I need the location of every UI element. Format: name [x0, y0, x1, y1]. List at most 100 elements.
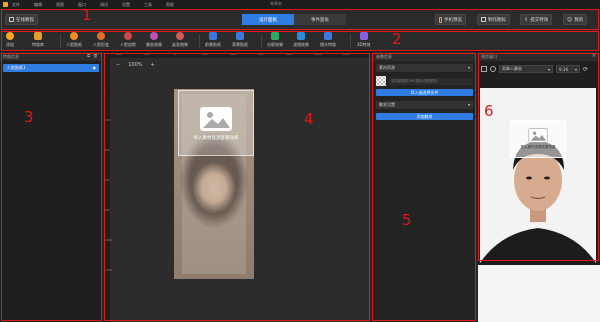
camera-icon[interactable] — [490, 66, 496, 72]
watermark-logo — [478, 265, 600, 322]
ruler-tick: 400 — [104, 148, 110, 152]
annotation-label-6: 6 — [484, 102, 494, 120]
upload-icon: ⇪ — [524, 16, 529, 23]
menu-file[interactable]: 文件 — [12, 2, 20, 8]
chevron-down-icon: ▾ — [547, 66, 550, 72]
trigger-section-label: 触发设置 — [379, 102, 395, 107]
chevron-down-icon: ▾ — [467, 102, 470, 107]
lens-effect-icon — [324, 32, 332, 40]
ruler-tick: 0 — [104, 88, 106, 92]
image-placeholder-icon — [200, 106, 232, 131]
canvas-area[interactable]: 400 200 0 200 400 600 800 1000 1200 0 20… — [104, 52, 370, 322]
ruler-tick: 1200 — [342, 52, 350, 56]
zoom-out-button[interactable]: − — [116, 62, 120, 68]
refresh-icon[interactable]: ⟳ — [583, 66, 588, 73]
ruler-tick: 200 — [104, 118, 110, 122]
phone-preview-label: 手机预览 — [444, 17, 462, 23]
layer-item-label: 人脸贴纸1 — [7, 65, 26, 70]
ruler-tick: 0 — [174, 52, 176, 56]
layer-item[interactable]: 人脸贴纸1 ◉ — [3, 64, 99, 72]
face-deform-icon — [97, 32, 105, 40]
toolbar-divider — [261, 34, 262, 48]
annotation-label-4: 4 — [304, 110, 314, 128]
tool-face-deform-label: 人脸形变 — [93, 42, 109, 47]
image-placeholder-icon — [528, 128, 548, 143]
mode-tabs: 设计面板 事件面板 — [242, 14, 346, 25]
zoom-in-button[interactable]: + — [151, 62, 155, 68]
app-logo-icon — [3, 2, 8, 7]
phone-preview-button[interactable]: 手机预览 — [435, 14, 466, 25]
tool-hair-dye[interactable]: 染发效果 — [172, 32, 188, 48]
tool-makeup[interactable]: 美妆效果 — [146, 32, 162, 48]
tool-foreground-sticker[interactable]: 前景贴纸 — [205, 32, 221, 48]
tool-effect-library[interactable]: 特效库 — [32, 32, 44, 48]
preview-controls: 男章人静态 ▾ 9:16 ▾ ⟳ — [481, 65, 588, 73]
copy-icon[interactable]: ⧉ — [87, 53, 90, 58]
tool-face-sticker[interactable]: 人脸贴纸 — [66, 32, 82, 48]
import-select-file-button[interactable]: 导入或选择文件 — [376, 89, 473, 96]
mine-label: 我的 — [574, 17, 584, 23]
menu-edit[interactable]: 编辑 — [34, 2, 42, 8]
ruler-tick: 200 — [144, 52, 150, 56]
tool-3d-effect[interactable]: 3D特效 — [357, 32, 371, 48]
toolbar-divider — [350, 34, 351, 48]
ratio-select-value: 9:16 — [559, 66, 568, 72]
tab-design-panel[interactable]: 设计面板 — [242, 14, 294, 25]
chevron-down-icon: ▾ — [574, 66, 577, 72]
toolbar-divider — [199, 34, 200, 48]
submit-effect-button[interactable]: ⇪ 提交特效 — [520, 14, 553, 25]
tab-event-panel[interactable]: 事件面板 — [294, 14, 346, 25]
preview-panel-title: 预览窗口 — [481, 53, 497, 59]
ruler-tick: 1200 — [104, 268, 112, 272]
ruler-tick: 200 — [202, 52, 208, 56]
tool-split-screen[interactable]: 分屏效果 — [267, 32, 283, 48]
layers-panel: 特效信息 ⧉ 🗑 人脸贴纸1 ◉ — [0, 52, 102, 322]
make-icon-button[interactable]: 制作图标 — [477, 14, 510, 25]
ruler-tick: 1000 — [104, 238, 112, 242]
tool-background-sticker-label: 背景贴纸 — [232, 42, 248, 47]
model-select[interactable]: 男章人静态 ▾ — [499, 65, 553, 73]
background-sticker-icon — [236, 32, 244, 40]
trigger-section-header[interactable]: 触发设置 ▾ — [376, 101, 473, 109]
tool-lens-effect-label: 镜头特效 — [320, 42, 336, 47]
add-icon — [6, 32, 14, 40]
menu-view[interactable]: 视图 — [56, 2, 64, 8]
makeup-icon — [150, 32, 158, 40]
book-icon — [9, 17, 14, 22]
preview-import-hint: 导入素材资源查看效果 — [520, 145, 556, 149]
tool-face-tracking-label: 人脸追踪 — [120, 42, 136, 47]
menu-help[interactable]: 帮助 — [166, 2, 174, 8]
transparent-thumbnail[interactable] — [376, 76, 386, 86]
hair-dye-icon — [176, 32, 184, 40]
tool-face-tracking[interactable]: 人脸追踪 — [120, 32, 136, 48]
delete-icon[interactable]: 🗑 — [93, 53, 98, 58]
tutorial-button[interactable]: 在线教程 — [5, 14, 38, 25]
tool-3d-effect-label: 3D特效 — [357, 42, 371, 47]
mine-button[interactable]: ☺ 我的 — [563, 14, 588, 25]
tool-add[interactable]: 添加 — [6, 32, 14, 48]
tool-face-deform[interactable]: 人脸形变 — [93, 32, 109, 48]
ruler-tick: 1000 — [314, 52, 322, 56]
menu-debug[interactable]: 调试 — [100, 2, 108, 8]
face-tracking-icon — [124, 32, 132, 40]
tool-makeup-label: 美妆效果 — [146, 42, 162, 47]
material-section-header[interactable]: 素材资源 ▾ — [376, 64, 473, 72]
model-select-value: 男章人静态 — [502, 66, 522, 71]
tool-background-sticker[interactable]: 背景贴纸 — [232, 32, 248, 48]
image-mode-icon[interactable] — [481, 66, 487, 72]
add-trigger-button[interactable]: 添加触发 — [376, 113, 473, 120]
menu-tools[interactable]: 工具 — [144, 2, 152, 8]
tool-lens-effect[interactable]: 镜头特效 — [320, 32, 336, 48]
ratio-select[interactable]: 9:16 ▾ — [556, 65, 580, 73]
import-material-card[interactable]: 导入素材资源查看效果 — [178, 90, 254, 156]
preview-panel-header: 预览窗口 × — [478, 52, 600, 61]
tool-filter[interactable]: 滤镜效果 — [293, 32, 309, 48]
eye-icon[interactable]: ◉ — [93, 65, 97, 70]
close-icon[interactable]: × — [592, 53, 596, 59]
app-window: 文件 编辑 视图 窗口 调试 设置 工具 帮助 未命名 在线教程 设计面板 事件… — [0, 0, 600, 322]
material-slot: 支持摄像机PNG图片视频素材 — [376, 76, 473, 86]
menu-settings[interactable]: 设置 — [122, 2, 130, 8]
preview-import-overlay: 导入素材资源查看效果 — [510, 120, 566, 158]
tool-foreground-sticker-label: 前景贴纸 — [205, 42, 221, 47]
layers-panel-header: 特效信息 ⧉ 🗑 — [0, 52, 102, 61]
